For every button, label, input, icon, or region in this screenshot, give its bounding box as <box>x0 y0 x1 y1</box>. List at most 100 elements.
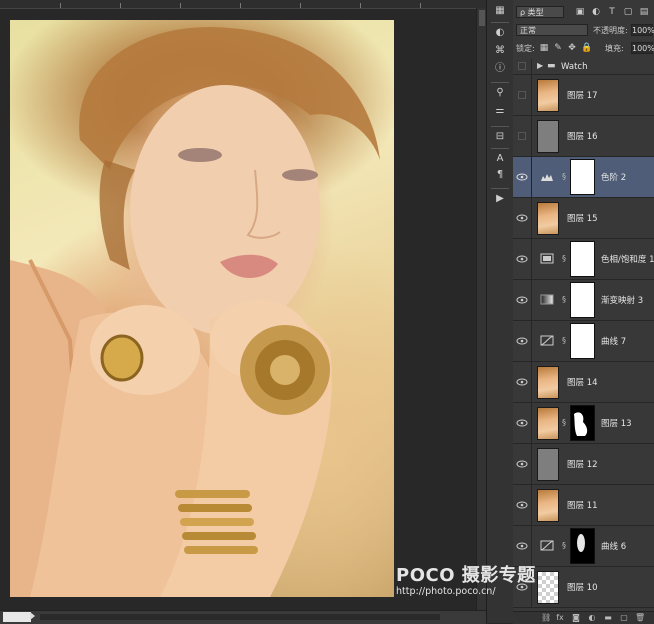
opacity-label: 不透明度: <box>593 26 628 35</box>
panel-icon-strip: ▦ ◐ ⌘ ⓘ ⚲ ⚌ ⊟ A ¶ ▶ <box>486 0 514 623</box>
delete-layer-icon[interactable]: 🗑 <box>635 613 645 623</box>
layer-name: 图层 16 <box>567 132 598 142</box>
new-adjustment-layer-icon[interactable]: ◐ <box>587 613 597 623</box>
filter-smart-object-icon[interactable]: ▤ <box>639 7 649 17</box>
layers-panel: ρ 类型 ▣ ◐ T ▢ ▤ 正常 不透明度: 100% 锁定: ▦ ✎ ✥ 🔒… <box>513 0 654 624</box>
swatches-panel-icon[interactable]: ⌘ <box>491 44 509 58</box>
layer-row-selected[interactable]: § 色阶 2 <box>513 157 654 198</box>
chain-link-icon[interactable]: § <box>562 254 568 264</box>
layer-row[interactable]: § 渐变映射 3 <box>513 280 654 321</box>
document-canvas-area[interactable] <box>0 0 487 624</box>
brush-panel-icon[interactable]: ⚲ <box>491 86 509 100</box>
lock-all-icon[interactable]: 🔒 <box>581 43 592 53</box>
layer-name: 图层 12 <box>567 460 598 470</box>
chain-link-icon[interactable]: § <box>562 541 568 551</box>
eye-icon[interactable] <box>515 540 529 552</box>
eye-icon[interactable] <box>515 253 529 265</box>
visibility-toggle[interactable] <box>518 91 526 99</box>
history-panel-icon[interactable]: ▦ <box>491 4 509 18</box>
layer-row[interactable]: § 色相/饱和度 1 <box>513 239 654 280</box>
status-menu-arrow-icon[interactable] <box>30 612 35 620</box>
layer-mask-thumbnail[interactable] <box>570 405 595 441</box>
layer-row[interactable]: 图层 16 <box>513 116 654 157</box>
opacity-field[interactable]: 100% <box>631 24 654 36</box>
clone-source-icon[interactable]: ⊟ <box>491 130 509 144</box>
layer-thumbnail <box>537 120 559 153</box>
lock-position-icon[interactable]: ✥ <box>567 43 577 53</box>
layers-list: ▶ ▬ Watch 图层 17 图层 16 § 色阶 2 图层 15 § 色相/… <box>513 59 654 611</box>
filter-pixel-icon[interactable]: ▣ <box>575 7 585 17</box>
eye-icon[interactable] <box>515 376 529 388</box>
layer-name: 色相/饱和度 1 <box>601 255 654 265</box>
blend-opacity-row: 正常 不透明度: 100% <box>513 22 654 38</box>
eye-icon[interactable] <box>515 212 529 224</box>
layer-name: 图层 14 <box>567 378 598 388</box>
horizontal-scrollbar[interactable] <box>40 614 440 620</box>
watermark-url: http://photo.poco.cn/ <box>396 586 496 597</box>
document-image[interactable] <box>10 20 394 597</box>
eye-icon[interactable] <box>515 171 529 183</box>
layer-thumbnail <box>537 571 559 604</box>
fill-field[interactable]: 100% <box>631 42 654 54</box>
layers-panel-footer: ⛓ fx ◙ ◐ ▬ ▢ 🗑 <box>513 611 654 624</box>
layer-style-fx-icon[interactable]: fx <box>555 613 565 623</box>
gradient-map-icon <box>540 294 554 305</box>
lock-transparent-icon[interactable]: ▦ <box>539 43 549 53</box>
fill-label: 填充: <box>605 44 624 53</box>
visibility-toggle[interactable] <box>518 62 526 70</box>
layer-mask-thumbnail[interactable] <box>570 241 595 277</box>
layer-row[interactable]: 图层 14 <box>513 362 654 403</box>
chain-link-icon[interactable]: § <box>562 418 568 428</box>
filter-type-icon[interactable]: T <box>607 7 617 17</box>
curves-icon <box>540 540 554 551</box>
paragraph-panel-icon[interactable]: ¶ <box>491 168 509 182</box>
layer-row[interactable]: 图层 17 <box>513 75 654 116</box>
layer-row[interactable]: § 曲线 7 <box>513 321 654 362</box>
layer-row[interactable]: 图层 12 <box>513 444 654 485</box>
eye-icon[interactable] <box>515 458 529 470</box>
chain-link-icon[interactable]: § <box>562 336 568 346</box>
layer-mask-thumbnail[interactable] <box>570 528 595 564</box>
layer-name: 图层 15 <box>567 214 598 224</box>
hue-saturation-icon <box>540 253 554 264</box>
new-layer-icon[interactable]: ▢ <box>619 613 629 623</box>
filter-shape-icon[interactable]: ▢ <box>623 7 633 17</box>
layer-name: 曲线 7 <box>601 337 627 347</box>
eye-icon[interactable] <box>515 294 529 306</box>
chain-link-icon[interactable]: § <box>562 295 568 305</box>
link-layers-icon[interactable]: ⛓ <box>541 613 551 623</box>
group-expand-arrow-icon[interactable]: ▶ <box>537 61 543 70</box>
color-panel-icon[interactable]: ◐ <box>491 26 509 40</box>
eye-icon[interactable] <box>515 499 529 511</box>
visibility-toggle[interactable] <box>518 132 526 140</box>
add-mask-icon[interactable]: ◙ <box>571 613 581 623</box>
actions-panel-icon[interactable]: ▶ <box>491 192 509 206</box>
layer-mask-thumbnail[interactable] <box>570 159 595 195</box>
layer-name: 图层 17 <box>567 91 598 101</box>
lock-image-icon[interactable]: ✎ <box>553 43 563 53</box>
layer-thumbnail <box>537 202 559 235</box>
layer-row[interactable]: 图层 11 <box>513 485 654 526</box>
layer-row[interactable]: § 图层 13 <box>513 403 654 444</box>
character-panel-icon[interactable]: A <box>491 152 509 166</box>
adjustments-panel-icon[interactable]: ⚌ <box>491 104 509 118</box>
zoom-field[interactable] <box>3 612 31 622</box>
layer-thumbnail <box>537 489 559 522</box>
layer-filter-row: ρ 类型 ▣ ◐ T ▢ ▤ <box>513 4 654 20</box>
layer-mask-thumbnail[interactable] <box>570 323 595 359</box>
new-group-icon[interactable]: ▬ <box>603 613 613 623</box>
eye-icon[interactable] <box>515 335 529 347</box>
eye-icon[interactable] <box>515 417 529 429</box>
layer-filter-kind-select[interactable]: ρ 类型 <box>516 6 564 18</box>
info-panel-icon[interactable]: ⓘ <box>491 62 509 76</box>
chain-link-icon[interactable]: § <box>562 172 568 182</box>
layer-group-watch[interactable]: ▶ ▬ Watch <box>513 59 654 75</box>
blend-mode-select[interactable]: 正常 <box>516 24 588 36</box>
poco-watermark: POCO 摄影专题 http://photo.poco.cn/ <box>396 561 536 597</box>
group-name: Watch <box>561 62 588 72</box>
curves-icon <box>540 335 554 346</box>
filter-adjustment-icon[interactable]: ◐ <box>591 7 601 17</box>
top-ruler <box>0 0 486 9</box>
layer-mask-thumbnail[interactable] <box>570 282 595 318</box>
layer-row[interactable]: 图层 15 <box>513 198 654 239</box>
